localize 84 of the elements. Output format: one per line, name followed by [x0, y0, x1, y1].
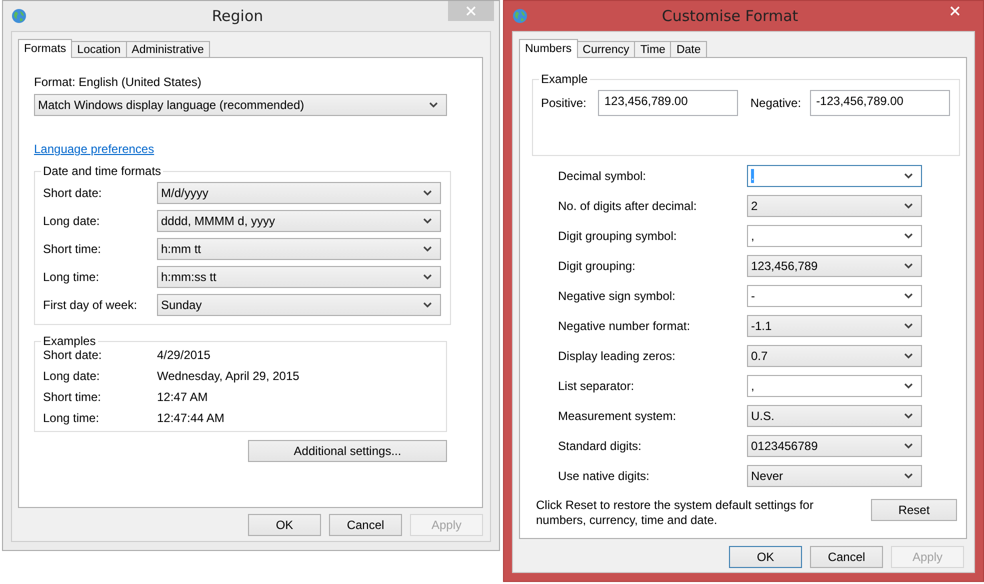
field-label: Long date: — [43, 214, 101, 228]
dropdown[interactable]: , — [747, 225, 922, 247]
close-icon — [466, 6, 476, 16]
setting-label: Negative sign symbol: — [558, 289, 676, 303]
dropdown[interactable]: 2 — [747, 195, 922, 217]
dialog-button[interactable]: Cancel — [810, 546, 883, 568]
dropdown[interactable]: - — [747, 285, 922, 307]
dropdown[interactable]: -1.1 — [747, 315, 922, 337]
field-label: Positive: — [541, 96, 586, 110]
dropdown[interactable]: 123,456,789 — [747, 255, 922, 277]
tab[interactable]: Administrative — [126, 41, 210, 57]
example-label: Short time: — [43, 390, 102, 404]
dropdown[interactable]: , — [747, 375, 922, 397]
chevron-icon — [904, 443, 913, 449]
chevron-icon — [904, 353, 913, 359]
chevron-icon — [904, 263, 913, 269]
group-title: Examples — [42, 334, 97, 348]
negative-example-field[interactable]: -123,456,789.00 — [810, 90, 950, 116]
chevron-icon — [904, 233, 913, 239]
chevron-icon — [423, 218, 432, 224]
field-label: First day of week: — [43, 298, 138, 312]
dialog-button[interactable]: OK — [248, 514, 321, 536]
globe-icon — [512, 8, 528, 24]
setting-label: Negative number format: — [558, 319, 692, 333]
chevron-icon — [423, 274, 432, 280]
dropdown[interactable]: Match Windows display language (recommended) — [34, 94, 447, 116]
close-icon — [950, 6, 960, 16]
setting-label: No. of digits after decimal: — [558, 199, 698, 213]
window-title: Region — [210, 7, 264, 25]
example-label: Long time: — [43, 411, 100, 425]
dropdown[interactable]: 0.7 — [747, 345, 922, 367]
dialog-button[interactable]: OK — [729, 546, 802, 568]
group-title: Date and time formats — [42, 164, 162, 178]
tab[interactable]: Currency — [576, 41, 636, 57]
reset-button[interactable]: Reset — [871, 499, 957, 521]
dialog-button[interactable]: Cancel — [329, 514, 402, 536]
example-value: Wednesday, April 29, 2015 — [157, 369, 300, 383]
setting-label: Digit grouping symbol: — [558, 229, 678, 243]
dropdown[interactable]: Sunday — [157, 294, 441, 316]
tab[interactable]: Date — [670, 41, 707, 57]
language-preferences-link[interactable]: Language preferences — [34, 142, 154, 156]
chevron-icon — [904, 473, 913, 479]
chevron-icon — [904, 203, 913, 209]
dropdown[interactable]: h:mm tt — [157, 238, 441, 260]
chevron-icon — [904, 293, 913, 299]
tab[interactable]: Formats — [18, 39, 72, 58]
dropdown[interactable]: h:mm:ss tt — [157, 266, 441, 288]
chevron-icon — [423, 190, 432, 196]
setting-label: Use native digits: — [558, 469, 650, 483]
example-value: 12:47 AM — [157, 390, 208, 404]
example-label: Short date: — [43, 348, 103, 362]
tab[interactable]: Numbers — [519, 39, 578, 58]
dropdown[interactable]: M/d/yyyy — [157, 182, 441, 204]
additional-settings-button[interactable]: Additional settings... — [248, 440, 447, 462]
setting-label: Digit grouping: — [558, 259, 636, 273]
dropdown[interactable]: 0123456789 — [747, 435, 922, 457]
dropdown[interactable]: U.S. — [747, 405, 922, 427]
group-title: Example — [540, 72, 589, 86]
example-value: 4/29/2015 — [157, 348, 210, 362]
chevron-icon — [429, 102, 438, 108]
dropdown[interactable]: Never — [747, 465, 922, 487]
chevron-icon — [423, 246, 432, 252]
chevron-icon — [904, 173, 913, 179]
setting-label: Measurement system: — [558, 409, 678, 423]
chevron-icon — [423, 302, 432, 308]
chevron-icon — [904, 323, 913, 329]
field-label: Short date: — [43, 186, 103, 200]
field-label: Long time: — [43, 270, 100, 284]
example-value: 12:47:44 AM — [157, 411, 224, 425]
positive-example-field[interactable]: 123,456,789.00 — [598, 90, 738, 116]
dropdown[interactable]: dddd, MMMM d, yyyy — [157, 210, 441, 232]
reset-note: Click Reset to restore the system default settings for numbers, currency, time and date. — [536, 498, 814, 528]
globe-icon — [11, 8, 27, 24]
field-label: Short time: — [43, 242, 102, 256]
setting-label: Decimal symbol: — [558, 169, 648, 183]
field-label: Negative: — [750, 96, 802, 110]
chevron-icon — [904, 413, 913, 419]
example-label: Long date: — [43, 369, 101, 383]
setting-label: Display leading zeros: — [558, 349, 676, 363]
setting-label: Standard digits: — [558, 439, 642, 453]
setting-label: List separator: — [558, 379, 636, 393]
window-title: Customise Format — [660, 7, 800, 25]
format-label: Format: English (United States) — [34, 75, 202, 89]
chevron-icon — [904, 383, 913, 389]
